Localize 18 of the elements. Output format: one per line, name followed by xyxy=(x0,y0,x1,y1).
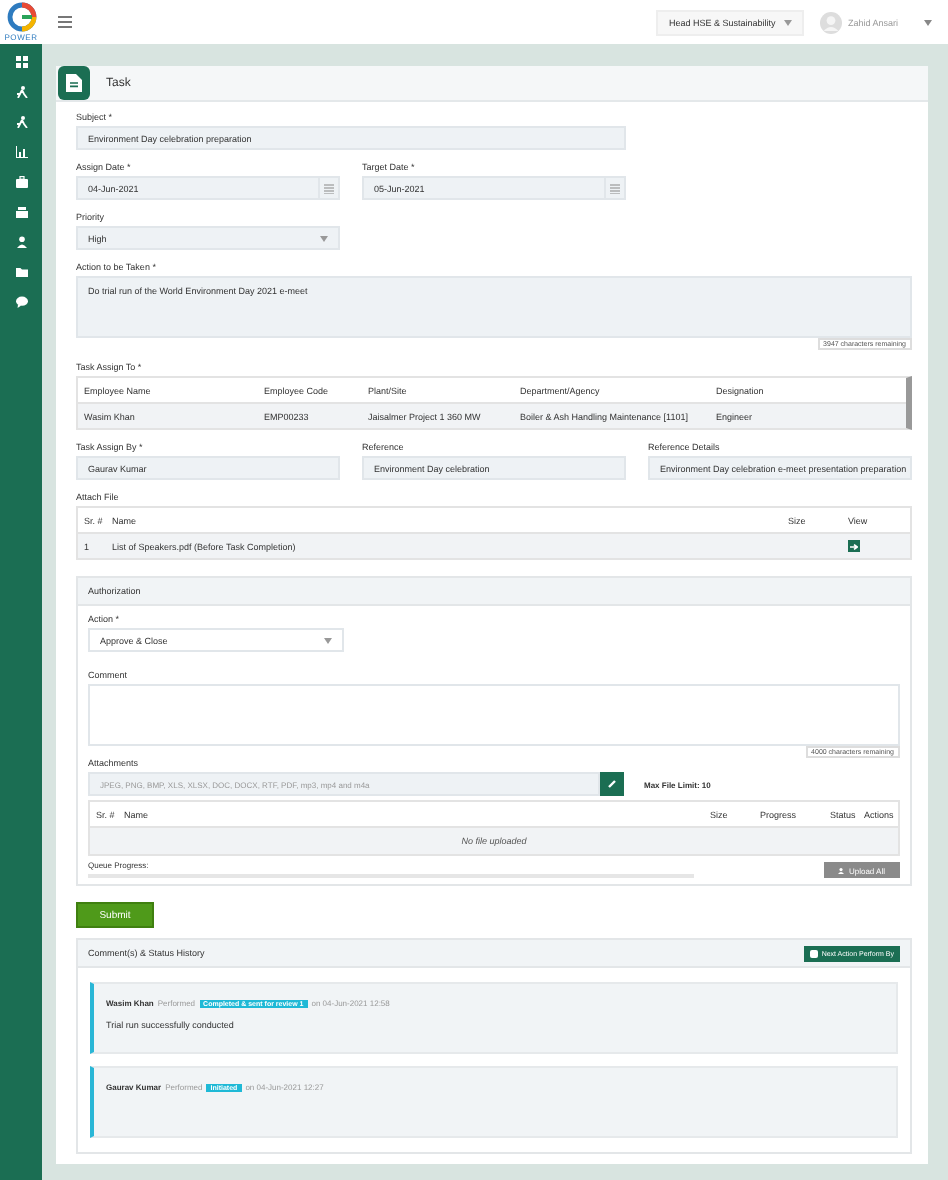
chat-icon[interactable] xyxy=(15,296,27,308)
caret-icon[interactable] xyxy=(784,19,792,25)
attach-button[interactable] xyxy=(600,772,624,796)
menu-icon[interactable] xyxy=(58,16,72,28)
figure-icon[interactable] xyxy=(15,86,27,98)
avatar-icon xyxy=(820,11,842,33)
grid-icon[interactable] xyxy=(15,56,27,68)
view-button[interactable] xyxy=(848,540,860,552)
stack-icon[interactable] xyxy=(15,206,27,218)
caret-icon[interactable] xyxy=(324,637,332,643)
person-icon[interactable] xyxy=(15,236,27,248)
case-icon[interactable] xyxy=(15,176,27,188)
chart-icon[interactable] xyxy=(15,146,27,158)
logo-icon xyxy=(5,2,37,32)
figure-icon[interactable] xyxy=(15,116,27,128)
caret-icon[interactable] xyxy=(924,19,932,25)
folder-icon[interactable] xyxy=(15,266,27,278)
person-icon xyxy=(838,867,845,873)
